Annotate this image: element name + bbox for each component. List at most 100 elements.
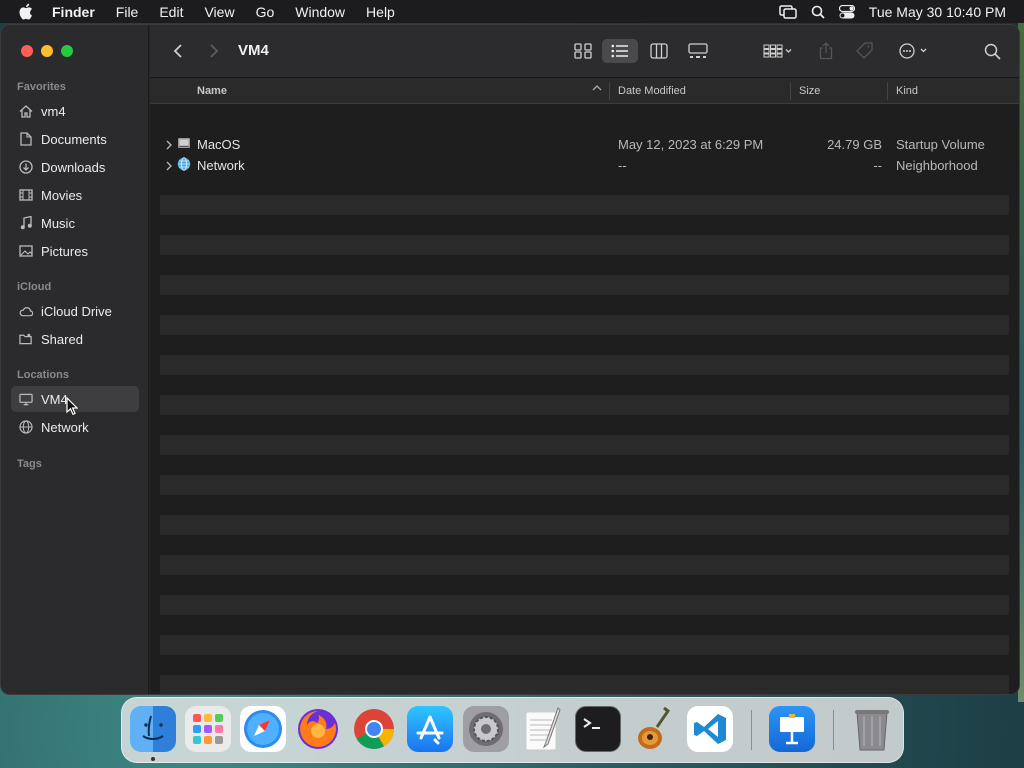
file-kind: Neighborhood <box>896 158 978 173</box>
tag-icon <box>856 42 873 59</box>
garageband-dock-icon[interactable] <box>631 706 677 752</box>
menu-help[interactable]: Help <box>366 4 395 20</box>
menu-edit[interactable]: Edit <box>159 4 183 20</box>
dock <box>121 697 904 763</box>
menu-file[interactable]: File <box>116 4 139 20</box>
empty-row <box>160 395 1009 415</box>
table-row[interactable]: Network -- -- Neighborhood <box>150 155 1019 175</box>
dock-separator <box>833 710 834 750</box>
sidebar-header-favorites: Favorites <box>17 81 66 93</box>
menu-window[interactable]: Window <box>295 4 345 20</box>
empty-row <box>160 595 1009 615</box>
column-divider[interactable] <box>790 82 791 100</box>
sidebar-item-pictures[interactable]: Pictures <box>11 238 139 264</box>
gallery-view-button[interactable] <box>683 39 713 63</box>
column-divider[interactable] <box>887 82 888 100</box>
menu-view[interactable]: View <box>204 4 234 20</box>
list-view-icon <box>611 44 628 58</box>
close-button[interactable] <box>21 45 33 57</box>
vscode-dock-icon[interactable] <box>687 706 733 752</box>
sidebar-item-label: VM4 <box>41 391 68 407</box>
menu-app-name[interactable]: Finder <box>52 4 95 20</box>
disclosure-chevron-icon[interactable] <box>166 138 172 153</box>
zoom-button[interactable] <box>61 45 73 57</box>
textedit-dock-icon[interactable] <box>519 706 565 752</box>
column-divider[interactable] <box>609 82 610 100</box>
menu-bar: Finder File Edit View Go Window Help Tue… <box>0 0 1024 23</box>
empty-row <box>160 275 1009 295</box>
menu-go[interactable]: Go <box>256 4 275 20</box>
firefox-dock-icon[interactable] <box>295 706 341 752</box>
terminal-dock-icon[interactable] <box>575 706 621 752</box>
action-menu-button[interactable] <box>895 39 935 63</box>
finder-window: Favorites vm4 Documents Downloads Movies… <box>0 24 1020 695</box>
empty-row <box>160 235 1009 255</box>
column-view-icon <box>650 43 668 59</box>
column-size-header[interactable]: Size <box>799 85 820 97</box>
safari-dock-icon[interactable] <box>240 706 286 752</box>
column-date-header[interactable]: Date Modified <box>618 85 686 97</box>
column-header: Name Date Modified Size Kind <box>150 78 1019 104</box>
menu-clock[interactable]: Tue May 30 10:40 PM <box>869 4 1006 20</box>
column-view-button[interactable] <box>644 39 674 63</box>
app-store-dock-icon[interactable] <box>407 706 453 752</box>
file-date: -- <box>618 158 627 173</box>
gallery-view-icon <box>688 43 708 58</box>
table-row[interactable]: MacOS May 12, 2023 at 6:29 PM 24.79 GB S… <box>150 134 1019 154</box>
globe-icon <box>19 420 33 434</box>
empty-row <box>160 355 1009 375</box>
sidebar-item-documents[interactable]: Documents <box>11 126 139 152</box>
sidebar-item-shared[interactable]: Shared <box>11 326 139 352</box>
toolbar: VM4 <box>150 25 1019 78</box>
file-date: May 12, 2023 at 6:29 PM <box>618 137 764 152</box>
file-list: MacOS May 12, 2023 at 6:29 PM 24.79 GB S… <box>150 104 1019 694</box>
file-size: -- <box>873 158 882 173</box>
chrome-dock-icon[interactable] <box>351 706 397 752</box>
home-icon <box>19 104 33 118</box>
empty-row <box>160 635 1009 655</box>
shared-folder-icon <box>19 332 33 346</box>
minimize-button[interactable] <box>41 45 53 57</box>
group-by-button[interactable] <box>758 39 798 63</box>
finder-dock-icon[interactable] <box>130 706 176 752</box>
apple-menu-icon[interactable] <box>18 3 38 20</box>
sidebar-item-music[interactable]: Music <box>11 210 139 236</box>
keynote-dock-icon[interactable] <box>769 706 815 752</box>
screen-mirroring-icon[interactable] <box>779 4 797 19</box>
back-button[interactable] <box>168 39 188 63</box>
sidebar-item-movies[interactable]: Movies <box>11 182 139 208</box>
disclosure-chevron-icon[interactable] <box>166 159 172 174</box>
sidebar-item-label: Shared <box>41 331 83 347</box>
grid-view-icon <box>574 43 592 59</box>
sidebar-item-label: Downloads <box>41 159 106 175</box>
sidebar-header-tags[interactable]: Tags <box>17 458 42 470</box>
tags-button[interactable] <box>853 39 877 63</box>
launchpad-dock-icon[interactable] <box>185 706 231 752</box>
sidebar-item-label: Documents <box>41 131 107 147</box>
film-icon <box>19 188 33 202</box>
sort-ascending-icon[interactable] <box>592 83 602 95</box>
sidebar-item-label: Pictures <box>41 243 88 259</box>
sidebar-item-downloads[interactable]: Downloads <box>11 154 139 180</box>
empty-row <box>160 195 1009 215</box>
list-view-button[interactable] <box>602 39 638 63</box>
empty-row <box>160 315 1009 335</box>
group-grid-icon <box>763 44 792 58</box>
search-button[interactable] <box>980 39 1004 63</box>
empty-row <box>160 475 1009 495</box>
trash-dock-icon[interactable] <box>849 706 895 752</box>
sidebar-header-locations: Locations <box>17 369 69 381</box>
sidebar-item-icloud-drive[interactable]: iCloud Drive <box>11 298 139 324</box>
empty-row <box>160 435 1009 455</box>
control-center-icon[interactable] <box>838 4 855 19</box>
column-kind-header[interactable]: Kind <box>896 85 918 97</box>
share-button[interactable] <box>814 39 838 63</box>
system-settings-dock-icon[interactable] <box>463 706 509 752</box>
column-name-header[interactable]: Name <box>197 85 227 97</box>
forward-button[interactable] <box>204 39 224 63</box>
sidebar-item-vm4[interactable]: vm4 <box>11 98 139 124</box>
file-name: MacOS <box>197 137 241 152</box>
empty-row <box>160 555 1009 575</box>
spotlight-search-icon[interactable] <box>811 5 825 19</box>
icon-view-button[interactable] <box>568 39 598 63</box>
